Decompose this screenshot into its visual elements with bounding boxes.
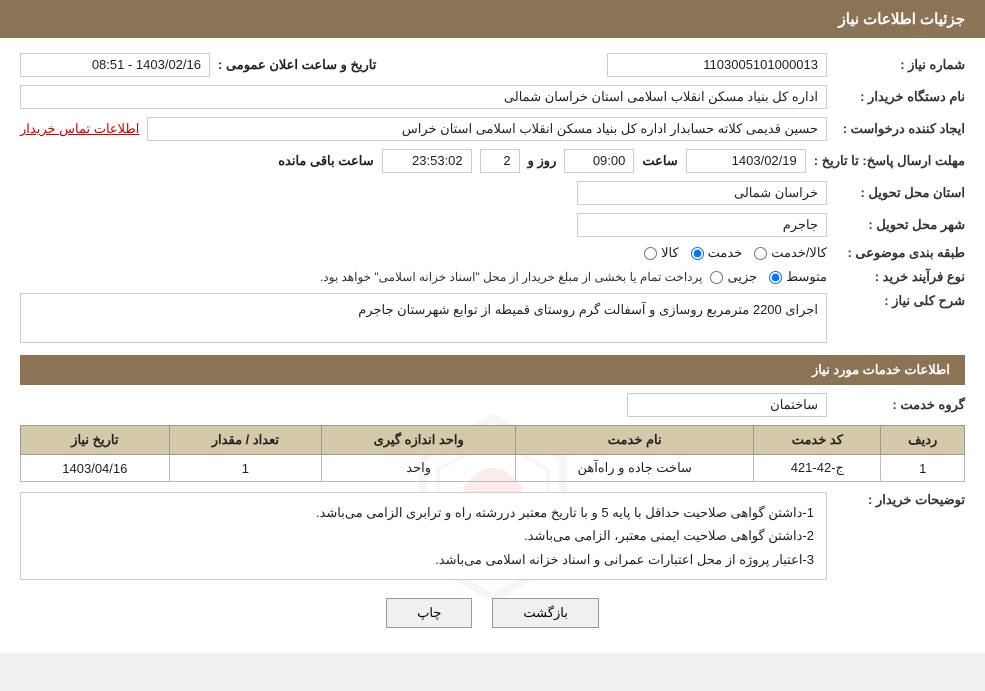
- service-group-label: گروه خدمت :: [835, 397, 965, 413]
- description-value: اجرای 2200 مترمربع روسازی و آسفالت گرم ر…: [20, 293, 827, 343]
- province-label: استان محل تحویل :: [835, 185, 965, 201]
- process-jozii-label: جزیی: [727, 269, 757, 285]
- deadline-time-label: ساعت: [642, 153, 677, 169]
- services-section-title: اطلاعات خدمات مورد نیاز: [20, 355, 965, 385]
- deadline-row: مهلت ارسال پاسخ: تا تاریخ : 1403/02/19 س…: [20, 149, 965, 173]
- subject-label: طبقه بندی موضوعی :: [835, 245, 965, 261]
- notes-row: توضیحات خریدار : 1-داشتن گواهی صلاحیت حد…: [20, 492, 965, 580]
- subject-khedmat-label: خدمت: [708, 245, 743, 261]
- subject-kala-label: کالا: [661, 245, 679, 261]
- subject-option-kala[interactable]: کالا: [644, 245, 679, 261]
- description-row: شرح کلی نیاز : اجرای 2200 مترمربع روسازی…: [20, 293, 965, 343]
- city-row: شهر محل تحویل : جاجرم: [20, 213, 965, 237]
- subject-row: طبقه بندی موضوعی : کالا خدمت کالا/خدمت: [20, 245, 965, 261]
- subject-option-khedmat[interactable]: خدمت: [691, 245, 743, 261]
- description-label: شرح کلی نیاز :: [835, 293, 965, 309]
- creator-row: ایجاد کننده درخواست : حسین قدیمی کلاته ح…: [20, 117, 965, 141]
- col-row: ردیف: [881, 426, 965, 455]
- process-jozii-radio[interactable]: [710, 271, 723, 284]
- process-option-jozii[interactable]: جزیی: [710, 269, 757, 285]
- service-group-row: گروه خدمت : ساختمان: [20, 393, 965, 417]
- print-button[interactable]: چاپ: [386, 598, 472, 628]
- buyer-org-row: نام دستگاه خریدار : اداره کل بنیاد مسکن …: [20, 85, 965, 109]
- deadline-remaining-label: ساعت باقی مانده: [278, 153, 373, 169]
- subject-radio-group: کالا خدمت کالا/خدمت: [644, 245, 827, 261]
- services-table: ردیف کد خدمت نام خدمت واحد اندازه گیری ت…: [20, 425, 965, 482]
- process-motavasset-label: متوسط: [786, 269, 827, 285]
- announce-label: تاریخ و ساعت اعلان عمومی :: [218, 57, 376, 73]
- col-name: نام خدمت: [516, 426, 754, 455]
- need-number-row: شماره نیاز : 1103005101000013 تاریخ و سا…: [20, 53, 965, 77]
- deadline-time: 09:00: [564, 149, 634, 173]
- city-label: شهر محل تحویل :: [835, 217, 965, 233]
- province-value: خراسان شمالی: [577, 181, 827, 205]
- subject-option-kala-khedmat[interactable]: کالا/خدمت: [754, 245, 827, 261]
- notes-box: 1-داشتن گواهی صلاحیت حداقل با پایه 5 و ب…: [20, 492, 827, 580]
- province-row: استان محل تحویل : خراسان شمالی: [20, 181, 965, 205]
- need-number-label: شماره نیاز :: [835, 57, 965, 73]
- deadline-remaining: 23:53:02: [382, 149, 472, 173]
- subject-kala-radio[interactable]: [644, 247, 657, 260]
- process-label: نوع فرآیند خرید :: [835, 269, 965, 285]
- subject-kala-khedmat-radio[interactable]: [754, 247, 767, 260]
- col-unit: واحد اندازه گیری: [322, 426, 516, 455]
- col-quantity: تعداد / مقدار: [169, 426, 321, 455]
- process-motavasset-radio[interactable]: [769, 271, 782, 284]
- creator-label: ایجاد کننده درخواست :: [835, 121, 965, 137]
- col-code: کد خدمت: [754, 426, 881, 455]
- subject-kala-khedmat-label: کالا/خدمت: [771, 245, 827, 261]
- process-radio-group: جزیی متوسط: [710, 269, 827, 285]
- col-date: تاریخ نیاز: [21, 426, 170, 455]
- creator-value: حسین قدیمی کلاته حسابدار اداره کل بنیاد …: [147, 117, 827, 141]
- process-note: پرداخت تمام یا بخشی از مبلغ خریدار از مح…: [320, 270, 703, 284]
- process-row: نوع فرآیند خرید : جزیی متوسط پرداخت تمام…: [20, 269, 965, 285]
- service-group-value: ساختمان: [627, 393, 827, 417]
- city-value: جاجرم: [577, 213, 827, 237]
- deadline-label: مهلت ارسال پاسخ: تا تاریخ :: [814, 153, 965, 169]
- deadline-day: 2: [480, 149, 520, 173]
- subject-khedmat-radio[interactable]: [691, 247, 704, 260]
- deadline-day-label: روز و: [528, 153, 557, 169]
- page-header: جزئیات اطلاعات نیاز: [0, 0, 985, 38]
- buyer-org-label: نام دستگاه خریدار :: [835, 89, 965, 105]
- back-button[interactable]: بازگشت: [492, 598, 598, 628]
- table-row: 1ج-42-421ساخت جاده و راه‌آهنواحد11403/04…: [21, 455, 965, 482]
- process-option-motavasset[interactable]: متوسط: [769, 269, 827, 285]
- page-title: جزئیات اطلاعات نیاز: [839, 11, 966, 28]
- creator-link[interactable]: اطلاعات تماس خریدار: [20, 121, 139, 137]
- need-number-value: 1103005101000013: [607, 53, 827, 77]
- deadline-date: 1403/02/19: [686, 149, 806, 173]
- buttons-row: بازگشت چاپ: [20, 598, 965, 628]
- buyer-org-value: اداره کل بنیاد مسکن انقلاب اسلامی استان …: [20, 85, 827, 109]
- announce-value: 1403/02/16 - 08:51: [20, 53, 210, 77]
- notes-label: توضیحات خریدار :: [835, 492, 965, 508]
